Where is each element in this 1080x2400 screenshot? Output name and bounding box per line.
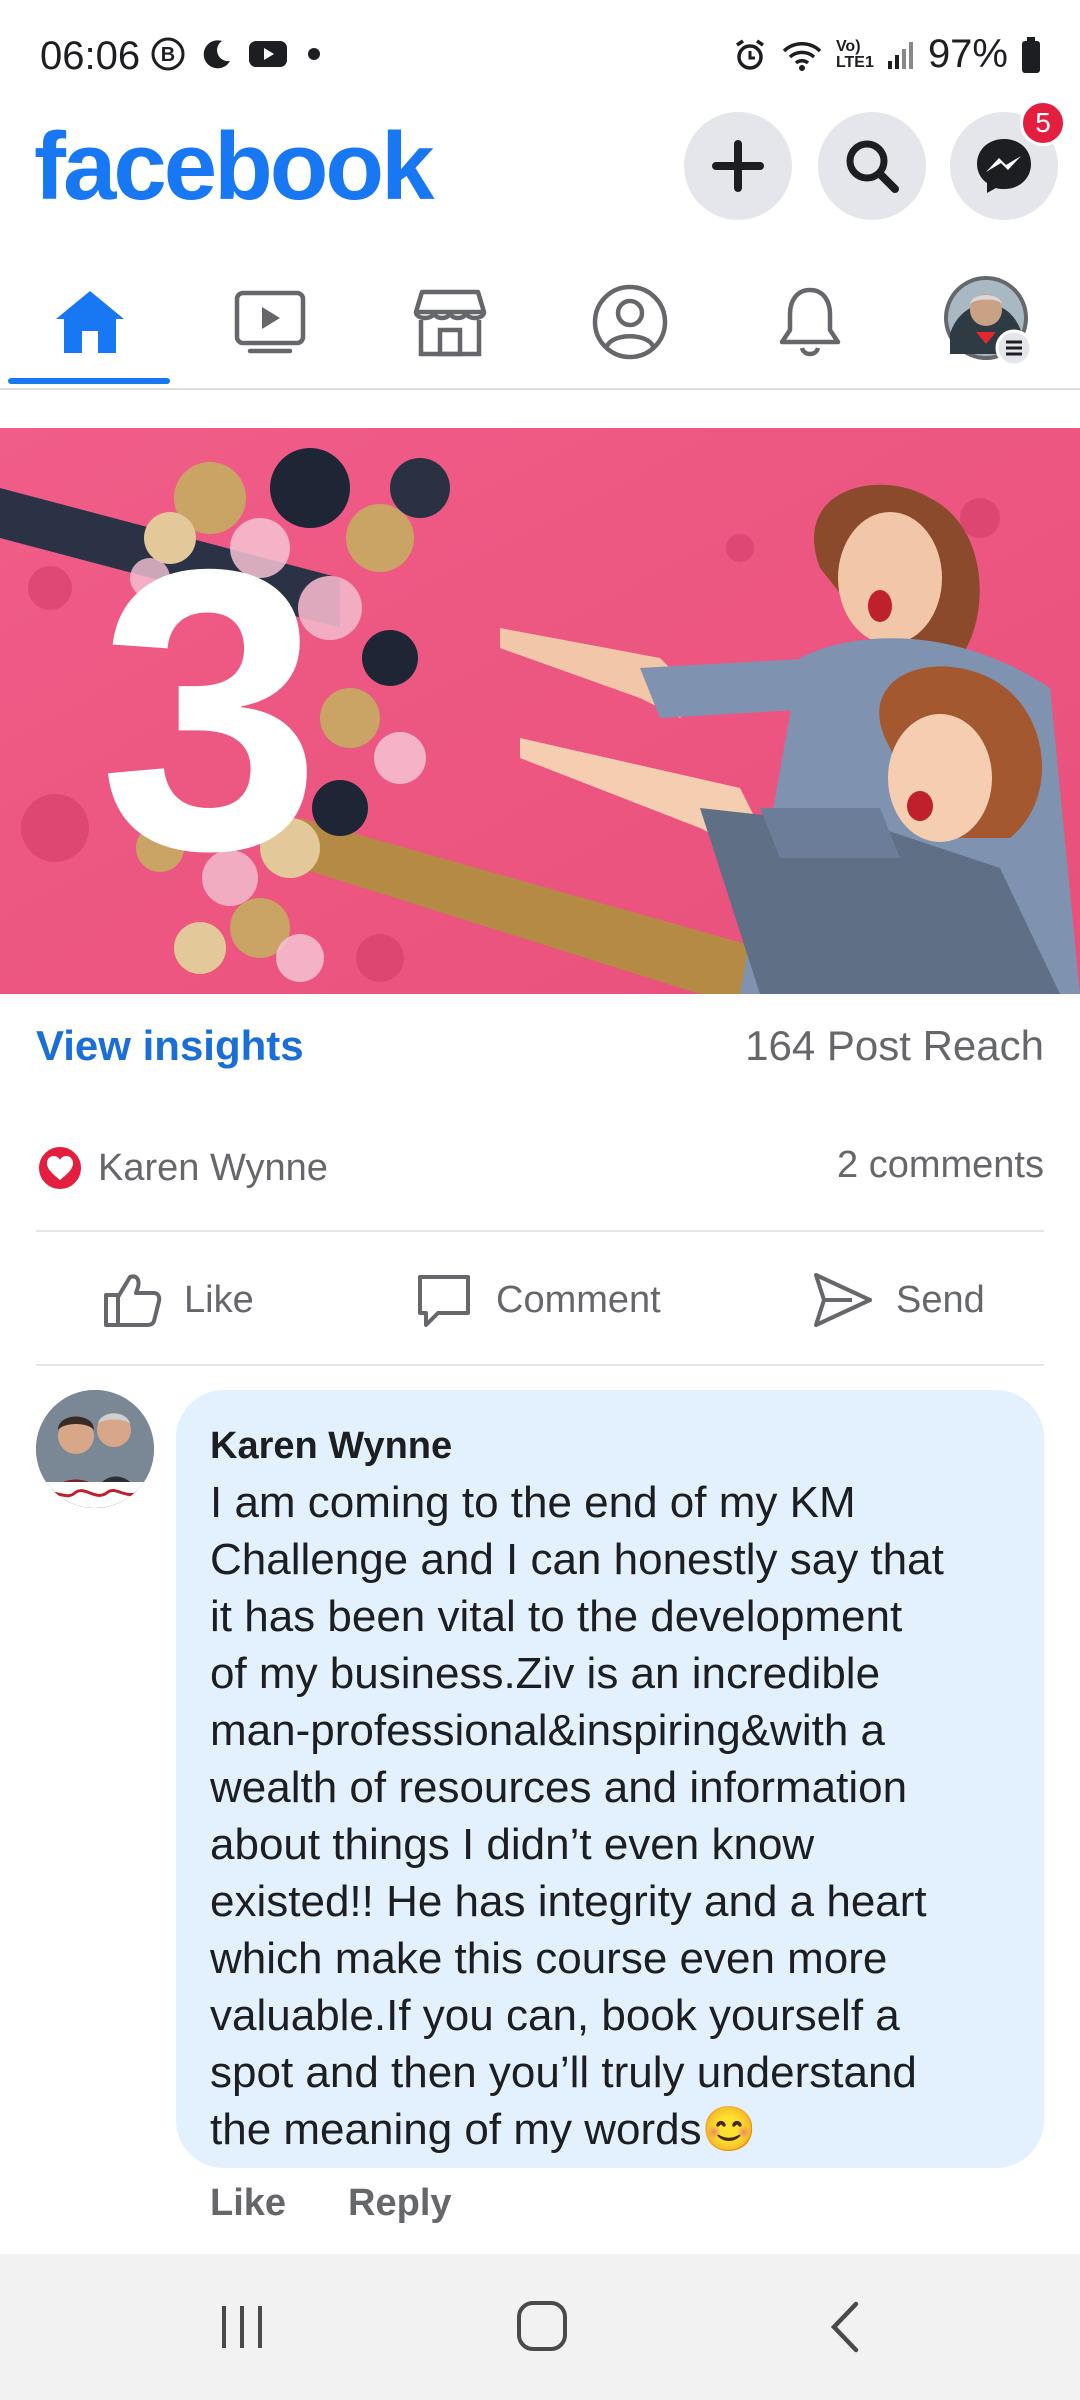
recent-apps-icon [222, 2306, 262, 2348]
svg-text:B: B [161, 44, 175, 66]
commenter-avatar-image [36, 1390, 154, 1508]
plus-icon [712, 140, 764, 192]
profile-icon [592, 284, 668, 360]
recent-apps-button[interactable] [214, 2302, 270, 2357]
messenger-icon [977, 139, 1031, 193]
home-icon [56, 291, 124, 353]
tab-profile[interactable] [540, 262, 720, 382]
like-label: Like [184, 1278, 254, 1321]
send-button[interactable]: Send [812, 1265, 985, 1335]
battery-icon [1022, 36, 1040, 73]
status-right-icons: Vo) LTE1 97% [732, 32, 1042, 77]
status-time: 06:06 [40, 34, 141, 78]
comments-count[interactable]: 2 comments [837, 1144, 1044, 1187]
messenger-button[interactable]: 5 [950, 100, 1066, 220]
comment-like-button[interactable]: Like [210, 2182, 286, 2225]
tab-divider [0, 388, 1080, 390]
comment-author[interactable]: Karen Wynne [210, 1418, 1010, 1474]
comment-label: Comment [496, 1278, 661, 1321]
love-reaction-icon [37, 1145, 83, 1191]
home-nav-icon [517, 2301, 567, 2351]
back-icon [830, 2301, 859, 2353]
b-circle-icon: B [151, 37, 185, 71]
active-tab-indicator [8, 378, 170, 384]
comment-reply-button[interactable]: Reply [348, 2182, 451, 2225]
reactions-summary[interactable]: Karen Wynne [36, 1144, 328, 1192]
comment-actions: Like Reply [210, 2182, 452, 2225]
dot-icon [308, 48, 320, 60]
moon-icon [203, 40, 230, 69]
alarm-icon [735, 39, 764, 70]
comment-icon [418, 1275, 470, 1327]
video-icon [234, 290, 306, 354]
post-image[interactable]: 3 [0, 428, 1080, 994]
signal-icon [887, 41, 913, 69]
home-nav-button[interactable] [514, 2298, 570, 2359]
post-image-art: 3 [0, 428, 1080, 994]
reactor-name: Karen Wynne [98, 1146, 328, 1189]
youtube-icon [249, 41, 287, 67]
tab-home[interactable] [0, 262, 180, 382]
image-number: 3 [99, 486, 321, 933]
divider-bottom [36, 1364, 1044, 1366]
comment-bubble[interactable]: Karen Wynne I am coming to the end of my… [176, 1390, 1044, 2168]
store-icon [413, 289, 487, 357]
comment-text: I am coming to the end of my KM Challeng… [210, 1478, 944, 2154]
create-button[interactable] [684, 112, 792, 220]
messenger-badge: 5 [1020, 100, 1066, 146]
post-reach: 164 Post Reach [745, 1022, 1044, 1069]
like-icon [104, 1274, 162, 1327]
wifi-icon [782, 41, 822, 71]
comment-button[interactable]: Comment [414, 1265, 661, 1335]
search-button[interactable] [818, 112, 926, 220]
view-insights-link[interactable]: View insights [36, 1022, 304, 1070]
tab-watch[interactable] [180, 262, 360, 382]
send-label: Send [896, 1278, 985, 1321]
commenter-avatar[interactable] [36, 1390, 154, 1508]
send-icon [814, 1273, 872, 1327]
facebook-logo[interactable]: facebook [34, 112, 434, 222]
menu-avatar-icon [944, 276, 1033, 367]
system-navigation-bar [0, 2254, 1080, 2400]
divider-top [36, 1230, 1044, 1232]
tab-notifications[interactable] [720, 262, 900, 382]
status-left-icons: B [150, 36, 326, 72]
tab-menu[interactable] [900, 262, 1080, 382]
network-label: Vo) LTE1 [835, 37, 874, 71]
search-icon [846, 140, 899, 193]
tab-marketplace[interactable] [360, 262, 540, 382]
status-bar: 06:06 B Vo) LTE1 97% [0, 0, 1080, 110]
like-button[interactable]: Like [102, 1265, 254, 1335]
battery-percent: 97% [927, 32, 1008, 76]
bell-icon [779, 287, 841, 357]
back-nav-button[interactable] [820, 2300, 870, 2359]
